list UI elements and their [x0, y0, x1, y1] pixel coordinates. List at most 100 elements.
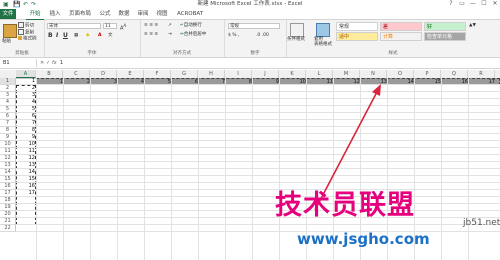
- column-header-n[interactable]: N: [360, 70, 387, 78]
- font-color-icon[interactable]: A: [98, 33, 101, 39]
- row-header-10[interactable]: 10: [0, 141, 16, 148]
- currency-icon[interactable]: $ % ,: [228, 33, 239, 39]
- orientation-icon[interactable]: ↗: [168, 23, 172, 29]
- style-normal[interactable]: 常规: [336, 22, 378, 31]
- column-a-cell[interactable]: 9: [16, 134, 36, 141]
- column-a-cell[interactable]: 10: [16, 141, 36, 148]
- paste-button[interactable]: 粘贴: [2, 39, 11, 45]
- row-header-17[interactable]: 17: [0, 190, 16, 197]
- row-header-12[interactable]: 12: [0, 155, 16, 162]
- phonetic-icon[interactable]: 文: [108, 33, 113, 39]
- indent-icon[interactable]: ⇥: [168, 32, 172, 38]
- tab-home[interactable]: 开始: [26, 9, 44, 20]
- style-neutral[interactable]: 适中: [336, 32, 378, 41]
- enter-icon[interactable]: ✓: [46, 59, 50, 67]
- row-header-8[interactable]: 8: [0, 127, 16, 134]
- row-header-9[interactable]: 9: [0, 134, 16, 141]
- column-header-q[interactable]: Q: [441, 70, 468, 78]
- row-header-19[interactable]: 19: [0, 204, 16, 211]
- column-header-p[interactable]: P: [414, 70, 441, 78]
- row-header-16[interactable]: 16: [0, 183, 16, 190]
- wrap-text-button[interactable]: ↵自动换行: [180, 23, 202, 29]
- column-header-a[interactable]: A: [16, 70, 36, 78]
- column-header-j[interactable]: J: [252, 70, 279, 78]
- column-header-h[interactable]: H: [198, 70, 225, 78]
- tab-data[interactable]: 数据: [117, 9, 131, 19]
- row-header-20[interactable]: 20: [0, 211, 16, 218]
- row-header-7[interactable]: 7: [0, 120, 16, 127]
- row-header-5[interactable]: 5: [0, 106, 16, 113]
- grow-font-button[interactable]: AA: [120, 23, 126, 32]
- bold-button[interactable]: B: [48, 32, 53, 39]
- column-header-d[interactable]: D: [90, 70, 117, 78]
- column-header-m[interactable]: M: [333, 70, 360, 78]
- row-header-4[interactable]: 4: [0, 99, 16, 106]
- column-a-cell[interactable]: 4: [16, 99, 36, 106]
- column-a-cell[interactable]: 17: [16, 190, 36, 197]
- row-header-14[interactable]: 14: [0, 169, 16, 176]
- ribbon-display-button[interactable]: ▭: [457, 0, 467, 8]
- fill-color-icon[interactable]: ◆: [86, 33, 89, 39]
- column-header-k[interactable]: K: [279, 70, 306, 78]
- column-a-cell[interactable]: 1: [16, 78, 36, 85]
- name-box[interactable]: B1: [1, 59, 37, 67]
- cancel-icon[interactable]: ✕: [40, 59, 44, 67]
- formula-input[interactable]: 1: [60, 59, 63, 67]
- column-a-cell[interactable]: 8: [16, 127, 36, 134]
- minimize-button[interactable]: —: [468, 0, 478, 8]
- tab-page-layout[interactable]: 页面布局: [66, 9, 94, 19]
- row-header-11[interactable]: 11: [0, 148, 16, 155]
- column-a-cell[interactable]: 14: [16, 169, 36, 176]
- row-header-21[interactable]: 21: [0, 218, 16, 225]
- row-header-6[interactable]: 6: [0, 113, 16, 120]
- format-painter-button[interactable]: 格式刷: [18, 36, 37, 43]
- conditional-format-icon[interactable]: [290, 23, 304, 37]
- column-header-b[interactable]: B: [36, 70, 63, 78]
- close-button[interactable]: ✕: [490, 0, 500, 8]
- row-header-1[interactable]: 1: [0, 78, 16, 85]
- column-header-i[interactable]: I: [225, 70, 252, 78]
- style-bad[interactable]: 差: [380, 22, 422, 31]
- tab-acrobat[interactable]: ACROBAT: [174, 9, 206, 19]
- column-a-cell[interactable]: 7: [16, 120, 36, 127]
- column-a-cell[interactable]: 11: [16, 148, 36, 155]
- row-header-3[interactable]: 3: [0, 92, 16, 99]
- borders-icon[interactable]: ▦: [74, 33, 78, 39]
- column-a-cell[interactable]: 5: [16, 106, 36, 113]
- decimal-icon[interactable]: .0 .00: [256, 33, 269, 39]
- row-header-22[interactable]: 22: [0, 225, 16, 232]
- tab-review[interactable]: 审阅: [136, 9, 150, 19]
- font-size-select[interactable]: 11: [103, 23, 117, 29]
- column-a-cell[interactable]: 16: [16, 183, 36, 190]
- styles-scroll-icon[interactable]: ▲▼: [469, 23, 476, 29]
- column-header-g[interactable]: G: [171, 70, 198, 78]
- font-name-select[interactable]: 宋体: [47, 23, 101, 29]
- column-a-cell[interactable]: 12: [16, 155, 36, 162]
- underline-button[interactable]: U: [63, 32, 68, 39]
- column-header-e[interactable]: E: [117, 70, 144, 78]
- row-header-18[interactable]: 18: [0, 197, 16, 204]
- function-icon[interactable]: fx: [52, 59, 57, 67]
- column-header-o[interactable]: O: [387, 70, 414, 78]
- table-format-icon[interactable]: [316, 23, 330, 37]
- tab-formulas[interactable]: 公式: [98, 9, 112, 19]
- tab-insert[interactable]: 插入: [48, 9, 62, 19]
- column-header-l[interactable]: L: [306, 70, 333, 78]
- tab-view[interactable]: 视图: [155, 9, 169, 19]
- format-as-table-button[interactable]: 套用 表格格式: [314, 37, 332, 47]
- help-button[interactable]: ?: [446, 0, 456, 8]
- paste-icon[interactable]: [3, 24, 17, 38]
- number-format-select[interactable]: 常规: [228, 23, 280, 29]
- merge-center-button[interactable]: ⇔合并后居中: [180, 32, 206, 38]
- column-a-cell[interactable]: 3: [16, 92, 36, 99]
- maximize-button[interactable]: ☐: [479, 0, 489, 8]
- column-header-c[interactable]: C: [63, 70, 90, 78]
- conditional-format-button[interactable]: 条件格式: [287, 37, 305, 43]
- column-a-cell[interactable]: 13: [16, 162, 36, 169]
- column-header-f[interactable]: F: [144, 70, 171, 78]
- row-header-13[interactable]: 13: [0, 162, 16, 169]
- column-header-r[interactable]: R: [468, 70, 495, 78]
- style-check-cell[interactable]: 检查单元格: [424, 32, 466, 41]
- column-a-cell[interactable]: 15: [16, 176, 36, 183]
- row-header-15[interactable]: 15: [0, 176, 16, 183]
